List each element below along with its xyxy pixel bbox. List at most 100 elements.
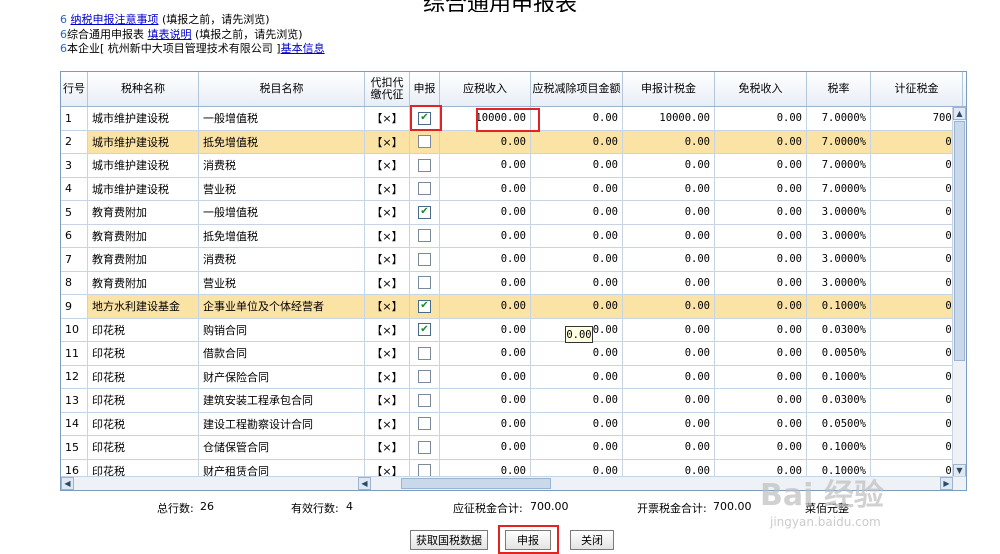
hscroll-thumb[interactable] [401,478,551,489]
table-row[interactable]: 1 城市维护建设税 一般增值税 【×】 ✔ 10000.00 0.00 10000.00 0.0… [61,107,952,131]
withhold-cell[interactable]: 【×】 [365,224,410,248]
deduction-cell[interactable]: 0.00 [531,201,623,225]
exempt-income-cell[interactable]: 0.00 [715,318,807,342]
exempt-income-cell[interactable]: 0.00 [715,365,807,389]
declare-checkbox[interactable] [418,252,431,266]
exempt-income-cell[interactable]: 0.00 [715,177,807,201]
declare-checkbox[interactable]: ✔ [418,205,431,219]
withhold-cell[interactable]: 【×】 [365,459,410,477]
taxable-income-cell[interactable]: 0.00 [440,365,531,389]
exempt-income-cell[interactable]: 0.00 [715,436,807,460]
taxable-income-cell[interactable]: 0.00 [440,177,531,201]
taxable-income-cell[interactable]: 0.00 [440,412,531,436]
col-header-rate[interactable]: 税率 [807,72,871,106]
declare-checkbox[interactable] [418,393,431,407]
withhold-cell[interactable]: 【×】 [365,130,410,154]
fill-instructions-link[interactable]: 填表说明 [148,28,192,41]
deduction-cell[interactable]: 0.00 [531,412,623,436]
scroll-left-icon[interactable]: ◀ [61,477,74,490]
table-row[interactable]: 15印花税仓储保管合同【×】0.000.000.000.000.1000%0. [61,436,952,460]
deduction-cell[interactable]: 0.00 [531,248,623,272]
scroll-thumb[interactable] [954,121,965,361]
taxable-income-cell[interactable]: 0.00 [440,224,531,248]
declare-checkbox[interactable] [418,158,431,172]
taxable-income-cell[interactable]: 0.00 [440,201,531,225]
vertical-scrollbar[interactable]: ▲ ▼ [952,107,966,477]
submit-button[interactable]: 申报 [505,530,551,550]
taxable-income-cell[interactable]: 0.00 [440,130,531,154]
col-header-levy[interactable]: 计征税金 [871,72,963,106]
table-row[interactable]: 6教育费附加抵免增值税【×】0.000.000.000.003.0000%0. [61,224,952,248]
withhold-cell[interactable]: 【×】 [365,412,410,436]
exempt-income-cell[interactable]: 0.00 [715,248,807,272]
table-row[interactable]: 3城市维护建设税消费税【×】0.000.000.000.007.0000%0. [61,154,952,178]
deduction-cell[interactable]: 0.00 [531,177,623,201]
withhold-cell[interactable]: 【×】 [365,318,410,342]
deduction-cell[interactable]: 0.00 [531,107,623,131]
exempt-income-cell[interactable]: 0.00 [715,295,807,319]
table-row[interactable]: 12印花税财产保险合同【×】0.000.000.000.000.1000%0. [61,365,952,389]
exempt-income-cell[interactable]: 0.00 [715,130,807,154]
taxable-income-cell[interactable]: 0.00 [440,318,531,342]
table-row[interactable]: 2 城市维护建设税 抵免增值税 【×】 0.00 0.00 0.00 0.00 7.0000% 0… [61,130,952,154]
col-header-declare[interactable]: 申报 [410,72,440,106]
taxable-income-cell[interactable]: 0.00 [440,271,531,295]
scroll-up-icon[interactable]: ▲ [953,107,966,120]
col-header-tax-base[interactable]: 申报计税金 [623,72,715,106]
deduction-cell[interactable]: 0.00 [531,295,623,319]
declare-checkbox[interactable] [418,417,431,431]
exempt-income-cell[interactable]: 0.00 [715,412,807,436]
col-header-tax-name[interactable]: 税种名称 [88,72,199,106]
table-row[interactable]: 5教育费附加一般增值税【×】✔0.000.000.000.003.0000%0. [61,201,952,225]
table-row[interactable]: 4城市维护建设税营业税【×】0.000.000.000.007.0000%0. [61,177,952,201]
withhold-cell[interactable]: 【×】 [365,271,410,295]
deduction-cell[interactable]: 0.00 [531,389,623,413]
declare-checkbox[interactable] [418,229,431,243]
declare-checkbox[interactable] [418,276,431,290]
table-row[interactable]: 14 印花税 建设工程勘察设计合同 【×】 0.00 0.00 0.00 0.00 0.0500… [61,412,952,436]
withhold-cell[interactable]: 【×】 [365,107,410,131]
exempt-income-cell[interactable]: 0.00 [715,271,807,295]
col-header-taxable-income[interactable]: 应税收入 [440,72,531,106]
deduction-cell[interactable]: 0.00 [531,365,623,389]
withhold-cell[interactable]: 【×】 [365,248,410,272]
exempt-income-cell[interactable]: 0.00 [715,342,807,366]
basic-info-link[interactable]: 基本信息 [281,42,325,55]
taxable-income-cell[interactable]: 0.00 [440,389,531,413]
deduction-cell[interactable]: 0.00 [531,224,623,248]
filing-notes-link[interactable]: 纳税申报注意事项 [71,13,159,26]
taxable-income-cell[interactable]: 0.00 [440,459,531,477]
col-header-item-name[interactable]: 税目名称 [199,72,365,106]
declare-checkbox[interactable] [418,346,431,360]
table-row[interactable]: 11印花税借款合同【×】0.000.000.000.000.0050%0. [61,342,952,366]
table-row[interactable]: 8教育费附加营业税【×】0.000.000.000.003.0000%0. [61,271,952,295]
scroll-left-icon[interactable]: ◀ [358,477,371,490]
table-row[interactable]: 13 印花税 建筑安装工程承包合同 【×】 0.00 0.00 0.00 0.00 0.0300… [61,389,952,413]
deduction-cell[interactable]: 0.00 [531,154,623,178]
declare-checkbox[interactable] [418,135,431,149]
withhold-cell[interactable]: 【×】 [365,389,410,413]
exempt-income-cell[interactable]: 0.00 [715,107,807,131]
table-row[interactable]: 10印花税购销合同【×】✔0.000.000.000.000.0300%0. [61,318,952,342]
exempt-income-cell[interactable]: 0.00 [715,154,807,178]
deduction-cell[interactable]: 0.00 [531,459,623,477]
exempt-income-cell[interactable]: 0.00 [715,224,807,248]
declare-checkbox[interactable]: ✔ [418,323,431,337]
declare-checkbox[interactable] [418,182,431,196]
table-row[interactable]: 9 地方水利建设基金 企事业单位及个体经营者 【×】 ✔ 0.00 0.00 0.00 0.00… [61,295,952,319]
deduction-cell[interactable]: 0.00 [531,342,623,366]
taxable-income-cell[interactable]: 10000.00 [440,107,531,131]
col-header-exempt-income[interactable]: 免税收入 [715,72,807,106]
col-header-row-no[interactable]: 行号 [61,72,88,106]
close-button[interactable]: 关闭 [570,530,614,550]
deduction-cell[interactable]: 0.00 [531,130,623,154]
withhold-cell[interactable]: 【×】 [365,201,410,225]
declare-checkbox[interactable] [418,370,431,384]
withhold-cell[interactable]: 【×】 [365,295,410,319]
col-header-withhold[interactable]: 代扣代缴代征 [365,72,410,106]
declare-checkbox[interactable]: ✔ [418,299,431,313]
col-header-deduction[interactable]: 应税减除项目金额 [531,72,623,106]
withhold-cell[interactable]: 【×】 [365,342,410,366]
taxable-income-cell[interactable]: 0.00 [440,436,531,460]
withhold-cell[interactable]: 【×】 [365,436,410,460]
